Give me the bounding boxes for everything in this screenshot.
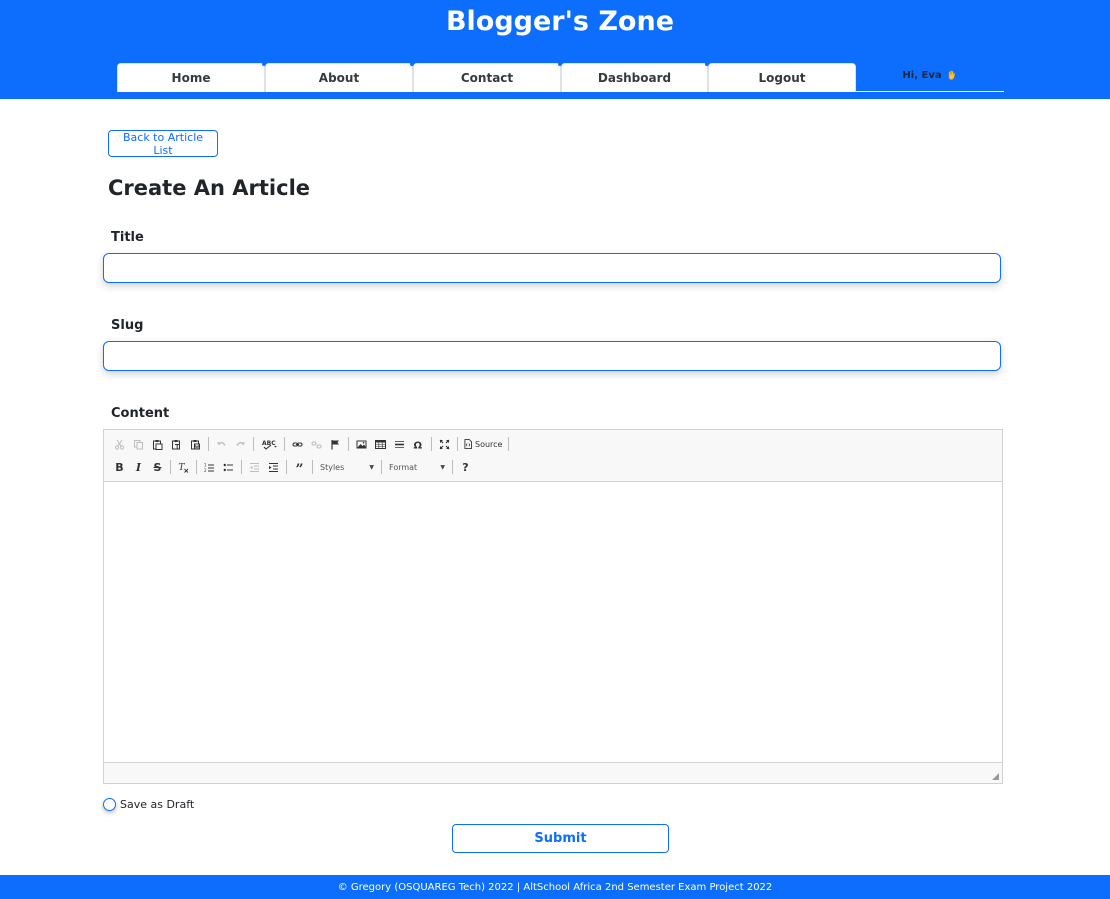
paste-icon[interactable] xyxy=(148,435,167,453)
styles-dropdown-label: Styles xyxy=(320,462,345,472)
table-icon[interactable] xyxy=(371,435,390,453)
numbered-list-icon[interactable]: 12 xyxy=(200,458,219,476)
cut-icon[interactable] xyxy=(110,435,129,453)
title-input[interactable] xyxy=(103,253,1001,283)
paste-from-word-icon[interactable] xyxy=(186,435,205,453)
nav-about[interactable]: About xyxy=(265,62,414,92)
save-as-draft-label: Save as Draft xyxy=(120,797,195,811)
submit-button[interactable]: Submit xyxy=(452,824,669,853)
horizontal-rule-icon[interactable] xyxy=(390,435,409,453)
source-label: Source xyxy=(475,439,503,449)
maximize-icon[interactable] xyxy=(435,435,454,453)
site-title: Blogger's Zone xyxy=(445,6,675,37)
site-footer: © Gregory (OSQUAREG Tech) 2022 | AltScho… xyxy=(0,875,1110,899)
greeting-text: Hi, Eva xyxy=(902,69,942,81)
editor-toolbar: ABC Ω Source B I S T 1 2 ” Styles ▼ Form… xyxy=(104,430,1002,482)
svg-text:2: 2 xyxy=(204,468,207,473)
toolbar-separator xyxy=(348,437,349,451)
toolbar-separator xyxy=(208,437,209,451)
toolbar-separator xyxy=(170,460,171,474)
footer-text: © Gregory (OSQUAREG Tech) 2022 | AltScho… xyxy=(337,881,773,893)
dropdown-arrow-icon: ▼ xyxy=(440,463,445,471)
increase-indent-icon[interactable] xyxy=(264,458,283,476)
editor-content-area[interactable] xyxy=(104,482,1002,762)
styles-dropdown[interactable]: Styles ▼ xyxy=(316,458,378,476)
nav-dashboard[interactable]: Dashboard xyxy=(561,62,709,92)
anchor-flag-icon[interactable] xyxy=(326,435,345,453)
svg-text:T: T xyxy=(179,463,186,473)
toolbar-row-1: ABC Ω Source xyxy=(110,434,512,454)
unlink-icon[interactable] xyxy=(307,435,326,453)
dropdown-arrow-icon: ▼ xyxy=(369,463,374,471)
remove-format-icon[interactable]: T xyxy=(174,458,193,476)
toolbar-separator xyxy=(381,460,382,474)
spellcheck-icon[interactable]: ABC xyxy=(257,435,281,453)
save-as-draft-row: Save as Draft xyxy=(103,797,194,811)
undo-icon[interactable] xyxy=(212,435,231,453)
strikethrough-icon[interactable]: S xyxy=(148,458,167,476)
waving-hand-icon xyxy=(946,69,958,81)
blockquote-icon[interactable]: ” xyxy=(290,458,309,478)
toolbar-separator xyxy=(457,437,458,451)
source-button[interactable]: Source xyxy=(461,435,505,453)
resize-grip-icon[interactable] xyxy=(992,773,999,780)
nav-contact[interactable]: Contact xyxy=(413,62,562,92)
decrease-indent-icon[interactable] xyxy=(245,458,264,476)
toolbar-separator xyxy=(253,437,254,451)
main-nav: Home About Contact Dashboard Logout Hi, … xyxy=(117,62,1004,93)
help-button[interactable]: ? xyxy=(456,458,475,476)
back-to-list-button[interactable]: Back to Article List xyxy=(108,130,218,157)
editor-status-bar xyxy=(104,762,1002,783)
site-header: Blogger's Zone Home About Contact Dashbo… xyxy=(0,0,1110,99)
toolbar-separator xyxy=(241,460,242,474)
bulleted-list-icon[interactable] xyxy=(219,458,238,476)
svg-text:1: 1 xyxy=(204,462,207,467)
format-dropdown-label: Format xyxy=(389,462,418,472)
save-as-draft-checkbox[interactable] xyxy=(103,797,116,811)
content-label: Content xyxy=(111,406,170,421)
toolbar-separator xyxy=(452,460,453,474)
svg-text:Ω: Ω xyxy=(414,440,423,450)
toolbar-separator xyxy=(284,437,285,451)
redo-icon[interactable] xyxy=(231,435,250,453)
content-editor: ABC Ω Source B I S T 1 2 ” Styles ▼ Form… xyxy=(103,429,1003,784)
page-title: Create An Article xyxy=(108,176,311,200)
toolbar-row-2: B I S T 12 ” Styles ▼ Format ▼ ? xyxy=(110,457,475,478)
toolbar-separator xyxy=(196,460,197,474)
nav-home[interactable]: Home xyxy=(117,62,266,92)
slug-label: Slug xyxy=(111,318,144,333)
image-icon[interactable] xyxy=(352,435,371,453)
italic-icon[interactable]: I xyxy=(129,458,148,476)
toolbar-separator xyxy=(508,437,510,451)
toolbar-separator xyxy=(286,460,287,474)
format-dropdown[interactable]: Format ▼ xyxy=(385,458,449,476)
slug-input[interactable] xyxy=(103,341,1001,371)
user-greeting: Hi, Eva xyxy=(856,63,1004,92)
link-icon[interactable] xyxy=(288,435,307,453)
title-label: Title xyxy=(111,230,144,245)
nav-logout[interactable]: Logout xyxy=(708,63,856,92)
toolbar-separator xyxy=(431,437,432,451)
special-character-icon[interactable]: Ω xyxy=(409,435,428,453)
bold-icon[interactable]: B xyxy=(110,458,129,476)
toolbar-separator xyxy=(312,460,313,474)
copy-icon[interactable] xyxy=(129,435,148,453)
paste-text-icon[interactable] xyxy=(167,435,186,453)
source-doc-icon xyxy=(464,439,472,449)
